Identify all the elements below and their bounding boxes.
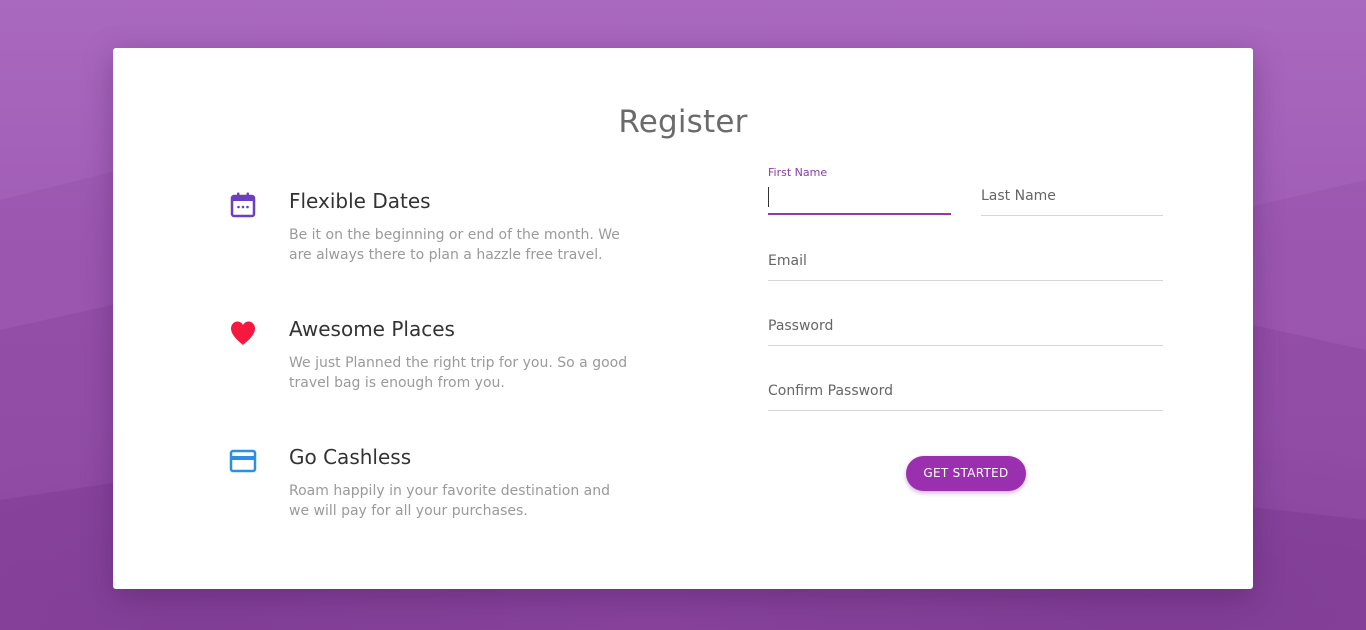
text-caret [768, 187, 769, 207]
first-name-field[interactable]: First Name [768, 166, 951, 215]
password-label: Password [768, 318, 834, 334]
feature-title: Awesome Places [289, 317, 455, 341]
confirm-password-field[interactable]: Confirm Password [768, 383, 1163, 411]
calendar-icon [229, 191, 257, 219]
last-name-field[interactable]: Last Name [981, 188, 1163, 216]
feature-title: Flexible Dates [289, 189, 431, 213]
page-title: Register [618, 104, 748, 140]
feature-description: Be it on the beginning or end of the mon… [289, 227, 620, 263]
password-field[interactable]: Password [768, 318, 1163, 346]
email-label: Email [768, 253, 807, 269]
last-name-label: Last Name [981, 188, 1056, 204]
feature-title: Go Cashless [289, 445, 412, 469]
feature-description: Roam happily in your favorite destinatio… [289, 483, 611, 519]
feature-description: We just Planned the right trip for you. … [289, 355, 628, 391]
credit-card-icon [229, 447, 257, 475]
get-started-button[interactable]: GET STARTED [906, 456, 1026, 491]
first-name-label: First Name [768, 166, 828, 179]
email-field[interactable]: Email [768, 253, 1163, 281]
heart-icon [229, 319, 257, 347]
register-card: Register Flexible Dates Be it on the beg… [113, 48, 1253, 589]
confirm-password-label: Confirm Password [768, 383, 894, 399]
